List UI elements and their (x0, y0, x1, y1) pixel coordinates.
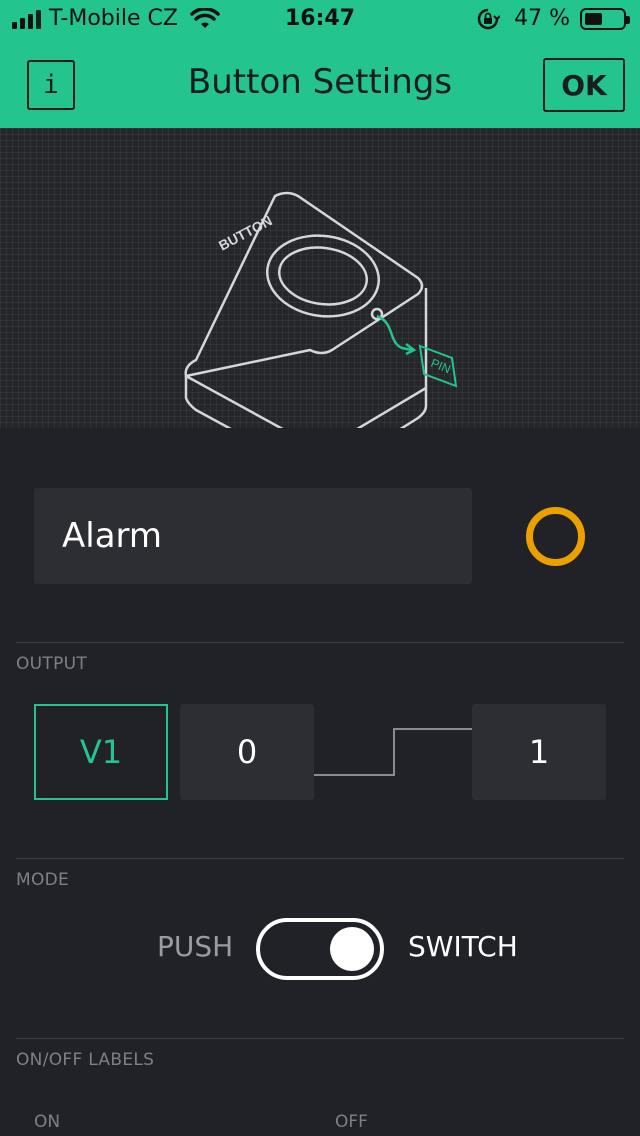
low-value-input[interactable]: 0 (180, 704, 314, 800)
battery-tip (626, 15, 630, 24)
color-picker-button[interactable] (526, 507, 585, 566)
divider (16, 642, 624, 643)
value-range-connector (314, 728, 472, 776)
battery-fill (585, 12, 602, 25)
header-bar: i Button Settings OK (0, 40, 640, 128)
status-bar: T-Mobile CZ 16:47 47 % (0, 0, 640, 40)
battery-icon (580, 7, 630, 30)
divider (16, 1038, 624, 1039)
device-label: BUTTON (216, 212, 275, 253)
widget-illustration: PIN BUTTON (0, 128, 640, 477)
rotation-lock-icon (477, 8, 501, 29)
divider (16, 858, 624, 859)
on-label-caption: ON (34, 1112, 61, 1132)
mode-option-push[interactable]: PUSH (157, 930, 233, 963)
button-device-illustration: PIN BUTTON (184, 191, 458, 477)
pin-select-button[interactable]: V1 (34, 704, 168, 800)
high-value-input[interactable]: 1 (472, 704, 606, 800)
off-label-caption: OFF (335, 1112, 368, 1132)
device-top-face (184, 191, 424, 378)
battery-percent: 47 % (514, 6, 570, 31)
device-side (184, 288, 428, 477)
labels-section-label: ON/OFF LABELS (16, 1050, 155, 1070)
mode-section-label: MODE (16, 870, 70, 890)
pin-tag-label: PIN (429, 356, 453, 376)
output-section-label: OUTPUT (16, 654, 88, 674)
toggle-knob (330, 927, 374, 971)
ok-button[interactable]: OK (543, 58, 625, 112)
button-inner-ring (278, 246, 368, 306)
status-right: 47 % (476, 6, 630, 31)
widget-name-input[interactable]: Alarm (34, 488, 472, 584)
mode-toggle[interactable] (256, 918, 384, 980)
mode-option-switch[interactable]: SWITCH (408, 930, 518, 963)
device-edge (185, 374, 427, 449)
